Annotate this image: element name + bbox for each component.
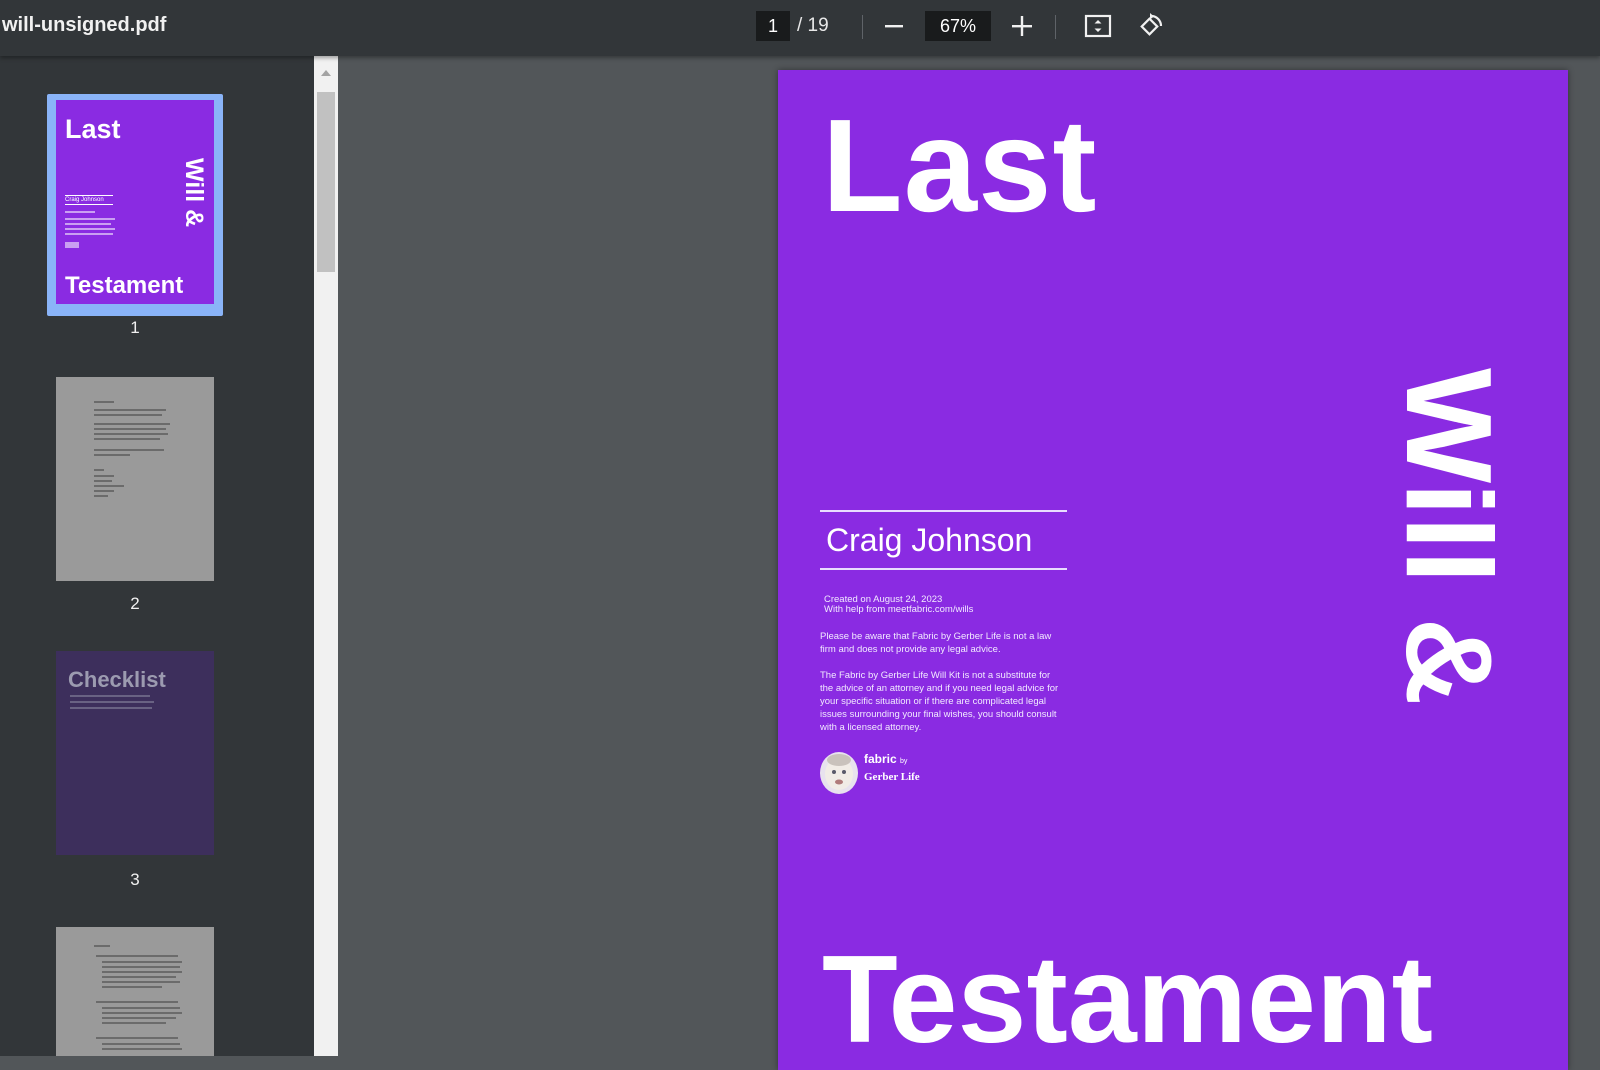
- thumb-text-line: [65, 228, 115, 230]
- thumb-text-line: [65, 233, 113, 235]
- thumb-text-line: [102, 976, 176, 978]
- zoom-in-button[interactable]: [1004, 8, 1040, 44]
- thumb-text-line: [102, 1048, 182, 1050]
- minus-icon: [885, 25, 903, 28]
- pdf-page-1: Last Will & Craig Johnson Created on Aug…: [778, 70, 1568, 1070]
- thumb-text-line: [94, 423, 170, 425]
- cover-title-last: Last: [822, 92, 1098, 239]
- help-text: With help from meetfabric.com/wills: [824, 604, 974, 615]
- thumb-text-line: [102, 1007, 180, 1009]
- testator-name: Craig Johnson: [826, 522, 1033, 558]
- thumbnail-number: 3: [130, 870, 140, 889]
- thumb-text-line: [102, 1043, 180, 1045]
- zoom-out-button[interactable]: [876, 8, 912, 44]
- disclaimer-2: The Fabric by Gerber Life Will Kit is no…: [820, 670, 1059, 733]
- thumbnail-page-1[interactable]: Last Will & Craig Johnson Testament: [56, 100, 214, 304]
- thumb-text-line: [94, 438, 160, 440]
- thumb-text-line: [94, 480, 112, 482]
- thumb-text-line: [70, 707, 152, 709]
- thumb-logo: [65, 242, 79, 248]
- scroll-up-arrow-icon[interactable]: [321, 70, 331, 76]
- zoom-input[interactable]: [925, 11, 991, 41]
- thumb-text-line: [94, 414, 162, 416]
- document-title: will-unsigned.pdf: [2, 14, 167, 36]
- thumb-text-line: [94, 401, 114, 403]
- plus-icon: [1012, 16, 1032, 36]
- thumbnail-page-2[interactable]: [56, 377, 214, 581]
- thumbnail-number: 2: [130, 594, 140, 613]
- thumb-text-line: [94, 945, 110, 947]
- thumbnail-page-4[interactable]: [56, 927, 214, 1056]
- thumb-text-line: [102, 961, 182, 963]
- thumb-name: Craig Johnson: [65, 195, 113, 205]
- thumb-text-line: [96, 1001, 178, 1003]
- thumb-title-will: Will &: [180, 158, 208, 228]
- thumb-text-line: [94, 409, 166, 411]
- thumb-text-line: [102, 981, 180, 983]
- cover-title-testament: Testament: [822, 931, 1433, 1069]
- thumb-text-line: [94, 428, 166, 430]
- thumb-title-checklist: Checklist: [68, 667, 166, 692]
- scrollbar-thumb[interactable]: [317, 92, 335, 272]
- fabric-gerber-logo: fabric by Gerber Life: [864, 752, 920, 784]
- toolbar-divider: [1055, 15, 1056, 39]
- thumb-text-line: [102, 1022, 166, 1024]
- thumb-text-line: [94, 433, 168, 435]
- sidebar-scrollbar[interactable]: [314, 56, 338, 1056]
- thumbnail-sidebar: Last Will & Craig Johnson Testament 1 2 …: [0, 56, 314, 1056]
- thumb-text-line: [102, 1017, 176, 1019]
- testator-name-box: Craig Johnson: [820, 510, 1067, 570]
- thumb-text-line: [102, 971, 182, 973]
- fit-page-icon: [1084, 14, 1112, 38]
- thumbnail-page-3[interactable]: Checklist: [56, 651, 214, 855]
- thumb-text-line: [94, 475, 114, 477]
- thumb-text-line: [96, 955, 178, 957]
- pdf-toolbar: will-unsigned.pdf / 19: [0, 0, 1600, 56]
- cover-title-will: Will &: [1381, 368, 1517, 706]
- logo-company: Gerber Life: [864, 771, 920, 783]
- thumb-text-line: [94, 495, 108, 497]
- baby-logo-icon: [820, 752, 858, 794]
- thumb-text-line: [94, 454, 130, 456]
- rotate-icon: [1140, 13, 1163, 36]
- thumb-text-line: [102, 986, 162, 988]
- thumb-text-line: [102, 966, 180, 968]
- thumb-text-line: [70, 695, 150, 697]
- thumb-text-line: [102, 1012, 182, 1014]
- page-number-input[interactable]: [756, 11, 790, 41]
- thumb-text-line: [94, 449, 164, 451]
- thumb-text-line: [65, 211, 95, 213]
- thumb-title-testament: Testament: [65, 272, 184, 299]
- thumb-text-line: [70, 701, 154, 703]
- logo-by: by: [900, 758, 908, 765]
- thumbnail-number: 1: [130, 318, 140, 337]
- thumb-text-line: [94, 469, 104, 471]
- thumb-text-line: [65, 218, 115, 220]
- toolbar-divider: [862, 15, 863, 39]
- thumb-text-line: [65, 223, 111, 225]
- logo-brand: fabric: [864, 752, 897, 766]
- thumb-title-last: Last: [65, 114, 121, 144]
- thumb-text-line: [94, 485, 124, 487]
- thumb-text-line: [94, 490, 114, 492]
- thumb-text-line: [96, 1037, 178, 1039]
- disclaimer-1: Please be aware that Fabric by Gerber Li…: [820, 631, 1052, 655]
- fit-page-button[interactable]: [1080, 8, 1116, 44]
- rotate-button[interactable]: [1133, 8, 1169, 44]
- page-total: / 19: [797, 15, 829, 36]
